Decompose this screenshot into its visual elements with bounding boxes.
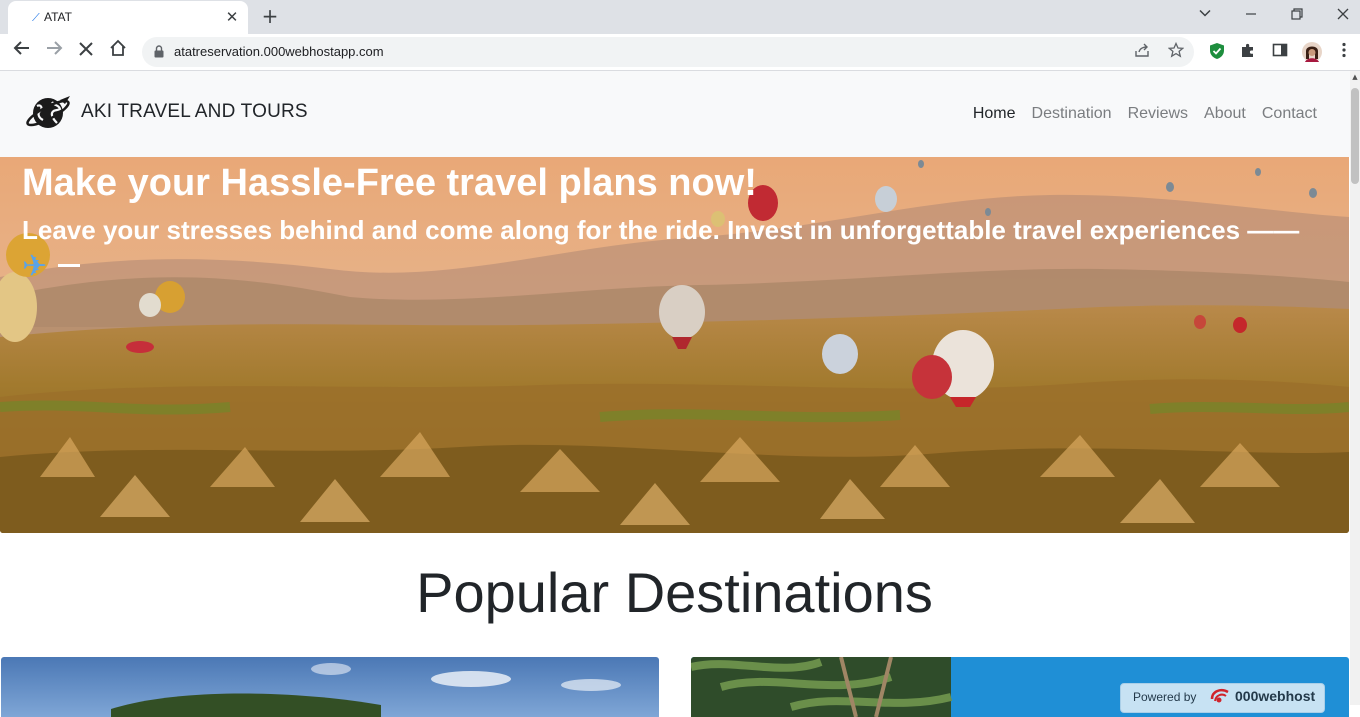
nav-link-contact[interactable]: Contact: [1254, 105, 1325, 123]
browser-tab-bar: ⟋ ATAT ✕ +: [0, 0, 1360, 34]
webhost-logo-icon: [1210, 689, 1229, 703]
hero-title: Make your Hassle-Free travel plans now!: [22, 162, 757, 204]
badge-brand: 000webhost: [1235, 688, 1316, 704]
minimize-icon: [1246, 13, 1256, 15]
globe-plane-logo-icon[interactable]: [24, 94, 72, 132]
menu-button[interactable]: [1334, 42, 1354, 62]
lock-icon[interactable]: [154, 45, 164, 58]
url-text[interactable]: atatreservation.000webhostapp.com: [174, 44, 384, 59]
bookmark-button[interactable]: [1166, 41, 1186, 62]
puzzle-icon: [1242, 43, 1253, 57]
powered-by-badge[interactable]: Powered by 000webhost: [1120, 683, 1325, 713]
badge-label: Powered by: [1133, 690, 1197, 704]
close-icon: [1337, 8, 1349, 20]
star-icon: [1167, 41, 1185, 58]
browser-toolbar: atatreservation.000webhostapp.com: [0, 34, 1360, 71]
side-panel-icon: [1272, 43, 1288, 57]
back-button[interactable]: [9, 39, 35, 65]
destination-card[interactable]: [1, 657, 659, 717]
profile-button[interactable]: [1302, 42, 1322, 62]
close-window-button[interactable]: [1329, 4, 1357, 28]
destination-image: [1, 657, 659, 717]
hero-landscape-image: [0, 157, 1349, 533]
hero-banner: Make your Hassle-Free travel plans now! …: [0, 157, 1349, 533]
tab-search-button[interactable]: [1191, 4, 1219, 28]
airplane-icon: ✈: [22, 249, 48, 284]
hero-dash-decoration: [58, 264, 80, 267]
brand-name[interactable]: AKI TRAVEL AND TOURS: [81, 101, 308, 123]
loading-icon: ⟋: [32, 11, 40, 24]
home-icon: [110, 39, 126, 56]
nav-link-destination[interactable]: Destination: [1024, 105, 1120, 123]
nav-link-reviews[interactable]: Reviews: [1120, 105, 1196, 123]
restore-icon: [1291, 8, 1303, 20]
address-bar[interactable]: atatreservation.000webhostapp.com: [142, 37, 1194, 67]
hero-subtitle: Leave your stresses behind and come alon…: [22, 215, 1300, 245]
tab-title: ATAT: [44, 10, 72, 24]
side-panel-button[interactable]: [1270, 42, 1290, 62]
shield-icon: [1210, 43, 1224, 59]
scroll-up-arrow-icon[interactable]: ▲: [1351, 73, 1359, 83]
extensions-button[interactable]: [1238, 42, 1258, 62]
browser-tab[interactable]: ⟋ ATAT ✕: [8, 1, 248, 34]
forward-button[interactable]: [41, 39, 67, 65]
site-navbar: AKI TRAVEL AND TOURS Home Destination Re…: [0, 71, 1350, 157]
chevron-down-icon: [1199, 9, 1211, 17]
more-vertical-icon: [1342, 42, 1346, 58]
main-navigation: Home Destination Reviews About Contact: [965, 105, 1325, 123]
share-button[interactable]: [1132, 42, 1152, 62]
nav-link-about[interactable]: About: [1196, 105, 1254, 123]
avatar: [1302, 42, 1322, 62]
stop-icon: [79, 42, 93, 56]
forward-arrow-icon: [47, 41, 63, 55]
back-arrow-icon: [13, 41, 29, 55]
nav-link-home[interactable]: Home: [965, 105, 1024, 123]
scrollbar-thumb[interactable]: [1351, 88, 1359, 184]
popular-destinations-heading: Popular Destinations: [416, 561, 933, 624]
stop-loading-button[interactable]: [73, 39, 99, 65]
share-icon: [1135, 43, 1149, 57]
close-tab-icon[interactable]: ✕: [222, 7, 242, 27]
shield-extension-button[interactable]: [1207, 42, 1227, 62]
home-button[interactable]: [105, 39, 131, 65]
restore-button[interactable]: [1283, 4, 1311, 28]
minimize-button[interactable]: [1237, 4, 1265, 28]
new-tab-button[interactable]: +: [258, 5, 282, 29]
